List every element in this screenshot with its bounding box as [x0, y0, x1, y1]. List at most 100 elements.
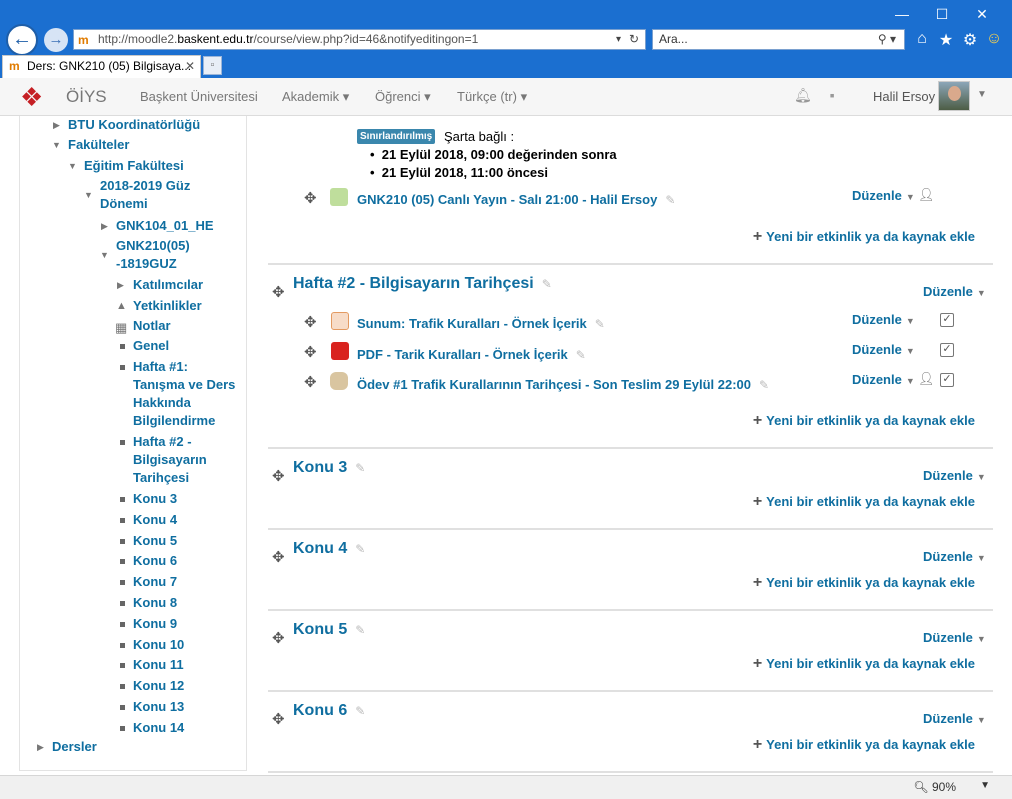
- tree-konu[interactable]: Konu 8: [133, 594, 177, 612]
- tree-gnk210-2[interactable]: -1819GUZ: [116, 255, 177, 273]
- forward-button[interactable]: →: [44, 28, 68, 52]
- move-icon[interactable]: ✥: [272, 283, 285, 301]
- tree-term-2[interactable]: Dönemi: [100, 195, 148, 213]
- tree-konu[interactable]: Konu 6: [133, 552, 177, 570]
- back-button[interactable]: ←: [6, 24, 38, 56]
- edit-menu[interactable]: Düzenle ▼: [923, 711, 986, 726]
- completion-checkbox[interactable]: ✓: [940, 343, 954, 357]
- add-activity[interactable]: + Yeni bir etkinlik ya da kaynak ekle: [753, 493, 975, 511]
- minimize-icon[interactable]: —: [882, 6, 922, 22]
- settings-gear-icon[interactable]: ⚙: [960, 30, 980, 50]
- move-icon[interactable]: ✥: [272, 467, 285, 485]
- move-icon[interactable]: ✥: [304, 313, 317, 331]
- maximize-icon[interactable]: ☐: [922, 6, 962, 23]
- expand-arrow-icon[interactable]: ▶: [37, 742, 44, 753]
- section-title[interactable]: Konu 6 ✎: [293, 702, 365, 720]
- edit-menu[interactable]: Düzenle ▼: [923, 549, 986, 564]
- move-icon[interactable]: ✥: [304, 343, 317, 361]
- tree-genel[interactable]: Genel: [133, 337, 169, 355]
- tab-close-icon[interactable]: ✕: [185, 56, 195, 77]
- tree-konu[interactable]: Konu 3: [133, 490, 177, 508]
- move-icon[interactable]: ✥: [272, 629, 285, 647]
- tree-konu[interactable]: Konu 4: [133, 511, 177, 529]
- tree-hafta1-3[interactable]: Hakkında: [133, 394, 191, 412]
- expand-arrow-icon[interactable]: ▶: [101, 221, 108, 232]
- tree-konu[interactable]: Konu 5: [133, 532, 177, 550]
- tree-yetkinlikler[interactable]: Yetkinlikler: [133, 297, 202, 315]
- close-icon[interactable]: ✕: [962, 6, 1002, 23]
- zoom-level[interactable]: 🔍︎ 90%: [913, 780, 956, 794]
- move-icon[interactable]: ✥: [304, 373, 317, 391]
- edit-pencil-icon[interactable]: ✎: [542, 277, 552, 291]
- logo-icon[interactable]: ❖: [20, 84, 56, 110]
- search-box[interactable]: Ara... ⚲ ▾: [652, 29, 905, 50]
- search-input[interactable]: Ara...: [659, 30, 688, 49]
- user-menu-caret-icon[interactable]: ▼: [977, 89, 987, 100]
- section-title[interactable]: Konu 3 ✎: [293, 459, 365, 477]
- add-activity[interactable]: + Yeni bir etkinlik ya da kaynak ekle: [753, 655, 975, 673]
- tree-hafta2-3[interactable]: Tarihçesi: [133, 469, 189, 487]
- activity-sunum[interactable]: Sunum: Trafik Kuralları - Örnek İçerik ✎: [357, 316, 605, 331]
- add-activity[interactable]: + Yeni bir etkinlik ya da kaynak ekle: [753, 228, 975, 246]
- edit-pencil-icon[interactable]: ✎: [355, 704, 365, 718]
- tree-katilimcilar[interactable]: Katılımcılar: [133, 276, 203, 294]
- collapse-arrow-icon[interactable]: ▼: [84, 190, 93, 200]
- avatar[interactable]: [938, 81, 970, 111]
- edit-pencil-icon[interactable]: ✎: [759, 378, 769, 392]
- tree-konu[interactable]: Konu 12: [133, 677, 184, 695]
- tree-hafta1[interactable]: Hafta #1:: [133, 358, 188, 376]
- expand-arrow-icon[interactable]: ▶: [53, 120, 60, 131]
- user-icon[interactable]: 👤︎: [918, 371, 935, 387]
- menu-akademik[interactable]: Akademik ▾: [282, 89, 349, 105]
- refresh-icon[interactable]: ↻: [629, 30, 639, 49]
- tree-gnk210[interactable]: GNK210(05): [116, 237, 190, 255]
- address-dropdown-icon[interactable]: ▾: [616, 30, 621, 49]
- expand-arrow-icon[interactable]: ▶: [117, 280, 124, 291]
- chat-icon[interactable]: ▪: [830, 87, 835, 103]
- tree-fakulteler[interactable]: Fakülteler: [68, 136, 129, 154]
- favorites-star-icon[interactable]: ★: [936, 30, 956, 50]
- bell-icon[interactable]: 🔔︎: [794, 87, 812, 103]
- tree-egitim[interactable]: Eğitim Fakültesi: [84, 157, 184, 175]
- smiley-feedback-icon[interactable]: ☺: [984, 30, 1004, 48]
- tree-konu[interactable]: Konu 13: [133, 698, 184, 716]
- tree-term[interactable]: 2018-2019 Güz: [100, 177, 190, 195]
- home-icon[interactable]: ⌂: [912, 30, 932, 48]
- add-activity[interactable]: + Yeni bir etkinlik ya da kaynak ekle: [753, 412, 975, 430]
- user-icon[interactable]: 👤︎: [918, 187, 935, 203]
- new-tab-button[interactable]: ▫: [203, 56, 222, 75]
- edit-menu[interactable]: Düzenle ▼: [852, 188, 915, 203]
- tree-hafta2[interactable]: Hafta #2 -: [133, 433, 192, 451]
- collapse-arrow-icon[interactable]: ▼: [68, 161, 77, 171]
- address-bar[interactable]: m http://moodle2.baskent.edu.tr/course/v…: [73, 29, 646, 50]
- edit-menu[interactable]: Düzenle ▼: [923, 468, 986, 483]
- tree-notlar[interactable]: Notlar: [133, 317, 171, 335]
- edit-pencil-icon[interactable]: ✎: [576, 348, 586, 362]
- activity-pdf[interactable]: PDF - Tarik Kuralları - Örnek İçerik ✎: [357, 347, 586, 362]
- move-icon[interactable]: ✥: [272, 548, 285, 566]
- tree-dersler[interactable]: Dersler: [52, 738, 97, 756]
- section-title[interactable]: Konu 5 ✎: [293, 621, 365, 639]
- move-icon[interactable]: ✥: [304, 189, 317, 207]
- completion-checkbox[interactable]: ✓: [940, 373, 954, 387]
- tree-btu[interactable]: BTU Koordinatörlüğü: [68, 116, 200, 134]
- edit-pencil-icon[interactable]: ✎: [355, 542, 365, 556]
- collapse-arrow-icon[interactable]: ▼: [100, 250, 109, 260]
- tree-konu[interactable]: Konu 9: [133, 615, 177, 633]
- move-icon[interactable]: ✥: [272, 710, 285, 728]
- add-activity[interactable]: + Yeni bir etkinlik ya da kaynak ekle: [753, 574, 975, 592]
- completion-checkbox[interactable]: ✓: [940, 313, 954, 327]
- activity-live[interactable]: GNK210 (05) Canlı Yayın - Salı 21:00 - H…: [357, 192, 675, 207]
- edit-pencil-icon[interactable]: ✎: [355, 461, 365, 475]
- tree-hafta1-2[interactable]: Tanışma ve Ders: [133, 376, 235, 394]
- activity-odev[interactable]: Ödev #1 Trafik Kurallarının Tarihçesi - …: [357, 377, 769, 392]
- collapse-arrow-icon[interactable]: ▼: [52, 140, 61, 150]
- edit-pencil-icon[interactable]: ✎: [665, 193, 675, 207]
- edit-menu[interactable]: Düzenle ▼: [923, 630, 986, 645]
- menu-baskent[interactable]: Başkent Üniversitesi: [140, 89, 258, 104]
- tree-konu[interactable]: Konu 10: [133, 636, 184, 654]
- menu-ogrenci[interactable]: Öğrenci ▾: [375, 89, 431, 105]
- search-icon[interactable]: ⚲ ▾: [878, 30, 896, 49]
- tree-gnk104[interactable]: GNK104_01_HE: [116, 217, 214, 235]
- menu-language[interactable]: Türkçe (tr) ▾: [457, 89, 527, 105]
